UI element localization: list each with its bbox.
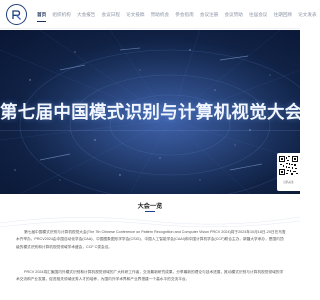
hero-title: 第七届中国模式识别与计算机视觉大会	[0, 102, 300, 122]
nav-item-review[interactable]: 往期回顾	[274, 0, 292, 29]
hero-banner: 第七届中国模式识别与计算机视觉大会 扫码关注	[0, 30, 300, 194]
section-title-underline	[145, 211, 155, 213]
intro-paragraph-2: PRCV 2024将汇聚国内外模式识别和计算机视觉领域的广大科研工作者，交流最新…	[16, 270, 284, 282]
nav-menu: 首页 组织机构 大会报告 会议日程 论文投稿 赞助机会 参会指南 会议注册 会议…	[37, 0, 320, 29]
nav-item-schedule[interactable]: 会议日程	[102, 0, 120, 29]
nav-item-registration[interactable]: 会议注册	[200, 0, 218, 29]
nav-item-submission[interactable]: 论文投稿	[126, 0, 144, 29]
nav-item-guide[interactable]: 参会指南	[175, 0, 193, 29]
nav-item-publication[interactable]: 论文发表	[298, 0, 316, 29]
logo-mark-icon	[11, 9, 21, 20]
prcv-logo[interactable]	[6, 4, 27, 25]
nav-item-sponsors[interactable]: 会议赞助	[224, 0, 242, 29]
nav-item-sponsorship[interactable]: 赞助机会	[151, 0, 169, 29]
qr-code-card: 扫码关注	[277, 153, 300, 191]
nav-item-organization[interactable]: 组织机构	[52, 0, 70, 29]
nav-item-past-conferences[interactable]: 往届会议	[249, 0, 267, 29]
top-nav: 首页 组织机构 大会报告 会议日程 论文投稿 赞助机会 参会指南 会议注册 会议…	[0, 0, 317, 29]
nav-item-home[interactable]: 首页	[37, 0, 47, 29]
nav-item-keynotes[interactable]: 大会报告	[77, 0, 95, 29]
section-title: 大会一览	[137, 203, 163, 210]
intro-paragraph: 第七届中国模式识别与计算机视觉大会(The 7th Chinese Confer…	[16, 230, 286, 249]
qr-caption: 扫码关注	[283, 181, 294, 184]
qr-code-icon	[279, 156, 298, 175]
